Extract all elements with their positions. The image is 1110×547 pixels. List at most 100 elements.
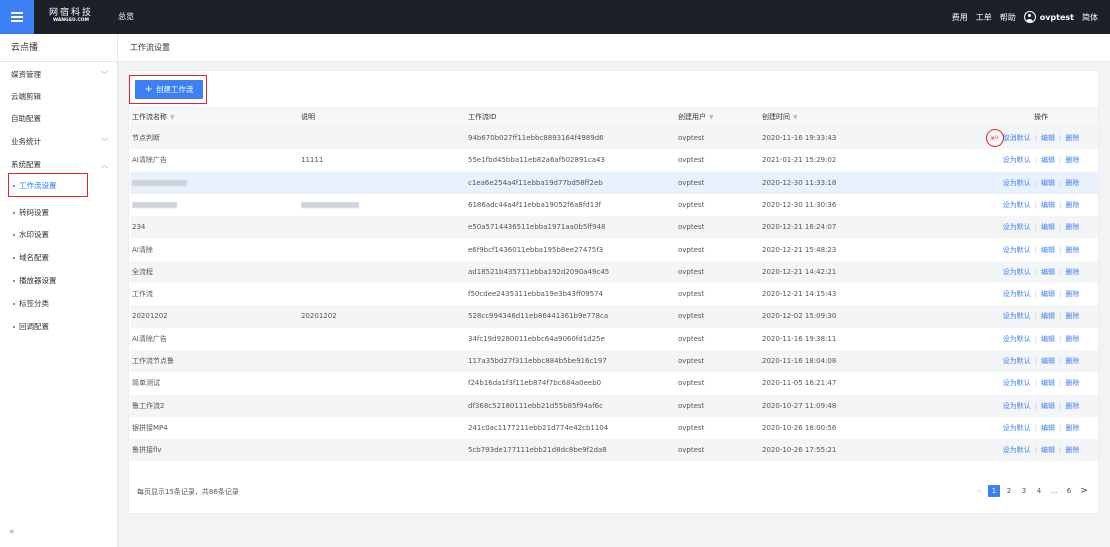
nav-overview[interactable]: 总览 xyxy=(118,0,134,34)
edit-link[interactable]: 编辑 xyxy=(1041,402,1055,410)
set-default-link[interactable]: 设为默认 xyxy=(1003,268,1031,276)
sidebar-title: 云点播 xyxy=(0,34,117,62)
delete-link[interactable]: 删除 xyxy=(1065,290,1079,298)
col-time[interactable]: 创建时间 ▼ xyxy=(762,107,882,128)
cancel-default-link[interactable]: 取消默认 xyxy=(1003,134,1031,142)
sidebar-item-cloud-edit[interactable]: 云端剪辑 xyxy=(0,86,117,108)
page-1[interactable]: 1 xyxy=(988,485,1000,497)
separator: | xyxy=(1059,379,1062,388)
col-name[interactable]: 工作流名称 ▼ xyxy=(132,107,282,128)
delete-link[interactable]: 删除 xyxy=(1065,246,1079,254)
nav-tickets[interactable]: 工单 xyxy=(976,12,992,23)
set-default-link[interactable]: 设为默认 xyxy=(1003,357,1031,365)
sidebar-item-stats[interactable]: 业务统计 ﹀ xyxy=(0,131,117,153)
delete-link[interactable]: 删除 xyxy=(1065,312,1079,320)
cell-time: 2020-12-30 11:33:18 xyxy=(762,178,837,187)
table-row: 6186adc44a4f11ebba19052f6a8fd13f ovptest 2… xyxy=(130,194,1098,216)
sidebar-sub-player[interactable]: 播放器设置 xyxy=(0,270,117,292)
page-4[interactable]: 4 xyxy=(1033,485,1045,497)
col-user[interactable]: 创建用户 ▼ xyxy=(678,107,748,128)
table-row: c1ea6e254a4f11ebba19d77bd58ff2eb ovptest 2… xyxy=(130,171,1098,194)
delete-link[interactable]: 删除 xyxy=(1065,268,1079,276)
edit-link[interactable]: 编辑 xyxy=(1041,290,1055,298)
edit-link[interactable]: 编辑 xyxy=(1041,312,1055,320)
set-default-link[interactable]: 设为默认 xyxy=(1003,246,1031,254)
cell-name xyxy=(132,172,282,194)
separator: | xyxy=(1059,267,1062,276)
set-default-link[interactable]: 设为默认 xyxy=(1003,424,1031,432)
edit-link[interactable]: 编辑 xyxy=(1041,268,1055,276)
delete-link[interactable]: 删除 xyxy=(1065,446,1079,454)
page-2[interactable]: 2 xyxy=(1003,485,1015,497)
cell-id: f24b16da1f3f11eb874f7bc684a0eeb0 xyxy=(468,379,602,388)
delete-link[interactable]: 删除 xyxy=(1065,379,1079,387)
set-default-link[interactable]: 设为默认 xyxy=(1003,156,1031,164)
set-default-link[interactable]: 设为默认 xyxy=(1003,312,1031,320)
delete-link[interactable]: 删除 xyxy=(1065,402,1079,410)
sidebar-sub-transcode[interactable]: 转码设置 xyxy=(0,202,117,224)
pagination-summary: 每页显示15条记录，共86条记录 xyxy=(137,488,239,496)
sidebar-sub-tags[interactable]: 标签分类 xyxy=(0,293,117,315)
set-default-link[interactable]: 设为默认 xyxy=(1003,379,1031,387)
cell-time: 2020-10-26 17:55:21 xyxy=(762,446,837,455)
delete-link[interactable]: 删除 xyxy=(1065,179,1079,187)
delete-link[interactable]: 删除 xyxy=(1065,424,1079,432)
set-default-link[interactable]: 设为默认 xyxy=(1003,223,1031,231)
set-default-link[interactable]: 设为默认 xyxy=(1003,446,1031,454)
cell-user: ovptest xyxy=(678,290,705,299)
delete-link[interactable]: 删除 xyxy=(1065,156,1079,164)
cell-time: 2020-11-16 19:38:11 xyxy=(762,334,837,343)
edit-link[interactable]: 编辑 xyxy=(1041,446,1055,454)
separator: | xyxy=(1059,312,1062,321)
edit-link[interactable]: 编辑 xyxy=(1041,246,1055,254)
edit-link[interactable]: 编辑 xyxy=(1041,179,1055,187)
prev-page-button[interactable]: < xyxy=(973,485,985,497)
set-default-link[interactable]: 设为默认 xyxy=(1003,201,1031,209)
set-default-link[interactable]: 设为默认 xyxy=(1003,335,1031,343)
edit-link[interactable]: 编辑 xyxy=(1041,357,1055,365)
delete-link[interactable]: 删除 xyxy=(1065,357,1079,365)
edit-link[interactable]: 编辑 xyxy=(1041,134,1055,142)
page-3[interactable]: 3 xyxy=(1018,485,1030,497)
sidebar-sub-domain[interactable]: 域名配置 xyxy=(0,247,117,269)
sidebar-item-self-config[interactable]: 自助配置 xyxy=(0,108,117,130)
delete-link[interactable]: 删除 xyxy=(1065,134,1079,142)
language-switch[interactable]: 简体 xyxy=(1082,12,1098,23)
set-default-link[interactable]: 设为默认 xyxy=(1003,402,1031,410)
edit-link[interactable]: 编辑 xyxy=(1041,223,1055,231)
collapse-sidebar-icon[interactable]: « xyxy=(9,527,15,537)
nav-billing[interactable]: 费用 xyxy=(952,12,968,23)
edit-link[interactable]: 编辑 xyxy=(1041,156,1055,164)
menu-button[interactable] xyxy=(0,0,34,34)
separator: | xyxy=(1034,223,1037,232)
page-ellipsis[interactable]: ... xyxy=(1048,485,1060,497)
cell-ops: 设为默认 | 编辑 | 删除 xyxy=(986,395,1096,417)
set-default-link[interactable]: 设为默认 xyxy=(1003,179,1031,187)
user-icon[interactable] xyxy=(1023,11,1036,23)
sidebar-sub-callback[interactable]: 回调配置 xyxy=(0,316,117,338)
set-default-link[interactable]: 设为默认 xyxy=(1003,290,1031,298)
separator: | xyxy=(1059,446,1062,455)
cell-user: ovptest xyxy=(678,446,705,455)
separator: | xyxy=(1059,334,1062,343)
sidebar-sub-watermark[interactable]: 水印设置 xyxy=(0,224,117,246)
delete-link[interactable]: 删除 xyxy=(1065,201,1079,209)
edit-link[interactable]: 编辑 xyxy=(1041,335,1055,343)
nav-help[interactable]: 帮助 xyxy=(1000,12,1016,23)
edit-link[interactable]: 编辑 xyxy=(1041,201,1055,209)
highlight-box xyxy=(8,173,88,197)
page-6[interactable]: 6 xyxy=(1063,485,1075,497)
sidebar-item-media[interactable]: 媒资管理 ﹀ xyxy=(0,64,117,86)
table-row: 鲁工作流2 df368c52180111ebb21d55b85f94af6c ovp… xyxy=(130,394,1098,417)
delete-link[interactable]: 删除 xyxy=(1065,223,1079,231)
cell-desc: 20201202 xyxy=(301,312,337,321)
edit-link[interactable]: 编辑 xyxy=(1041,379,1055,387)
top-right-menu: 费用 工单 帮助 ovptest 简体 xyxy=(944,0,1098,34)
next-page-button[interactable]: > xyxy=(1078,485,1090,497)
edit-link[interactable]: 编辑 xyxy=(1041,424,1055,432)
delete-link[interactable]: 删除 xyxy=(1065,335,1079,343)
username[interactable]: ovptest xyxy=(1040,13,1074,22)
cell-id: df368c52180111ebb21d55b85f94af6c xyxy=(468,401,603,410)
cell-id: 34fc19d9280011ebbc64a9060fd1d25e xyxy=(468,334,605,343)
cell-user: ovptest xyxy=(678,178,705,187)
